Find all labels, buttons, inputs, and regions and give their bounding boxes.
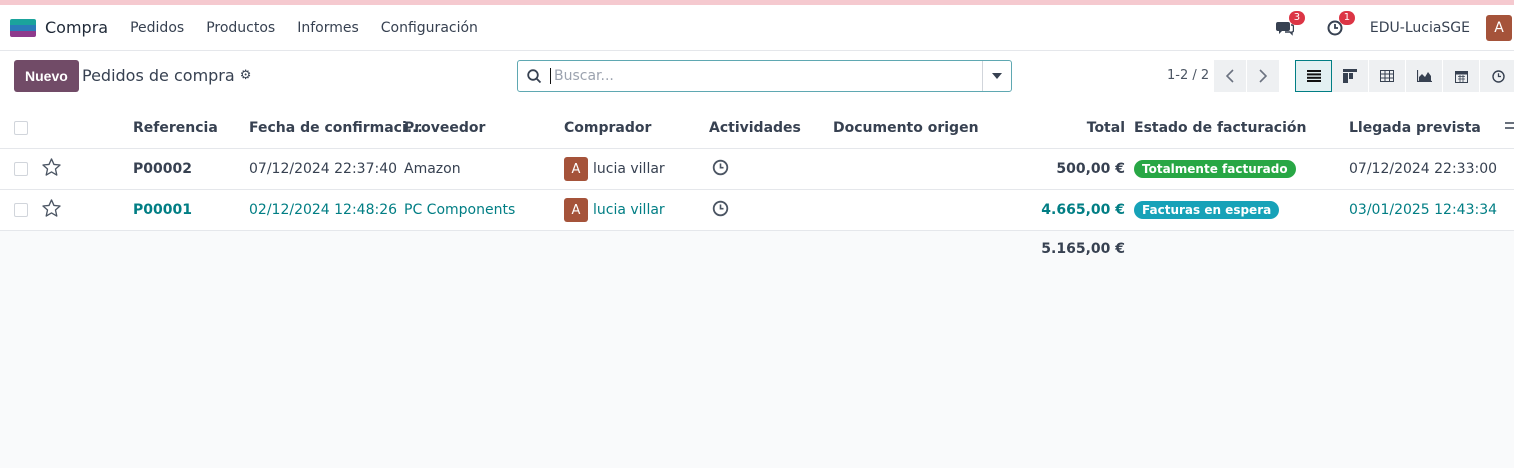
area-chart-icon: [1416, 70, 1432, 82]
graph-view-button[interactable]: [1406, 60, 1443, 92]
activity-clock-icon[interactable]: [712, 200, 729, 221]
row-checkbox[interactable]: [14, 162, 28, 176]
sum-total: 5.165,00 €: [1041, 241, 1125, 257]
calendar-view-button[interactable]: [1443, 60, 1480, 92]
navbar: Compra Pedidos Productos Informes Config…: [0, 5, 1514, 51]
activity-view-button[interactable]: [1480, 60, 1514, 92]
messages-button[interactable]: 3: [1274, 11, 1305, 39]
gear-icon[interactable]: ⚙: [240, 68, 252, 83]
column-header-reference[interactable]: Referencia: [133, 120, 218, 136]
cell-buyer: A lucia villar: [564, 157, 665, 181]
chevron-left-icon: [1226, 69, 1234, 83]
pager-value[interactable]: 1-2 / 2: [1167, 68, 1209, 83]
table-icon: [1380, 70, 1394, 82]
cell-reference: P00001: [133, 202, 192, 218]
column-header-vendor[interactable]: Proveedor: [404, 120, 485, 136]
activity-clock-icon[interactable]: [712, 159, 729, 180]
breadcrumb-title: Pedidos de compra: [82, 66, 235, 85]
cell-buyer: A lucia villar: [564, 198, 665, 222]
buyer-name: lucia villar: [593, 161, 665, 177]
column-header-expected-arrival[interactable]: Llegada prevista: [1349, 120, 1481, 136]
cell-confirm-date: 07/12/2024 22:37:40: [249, 161, 398, 177]
avatar[interactable]: A: [564, 198, 588, 222]
control-panel: Nuevo Pedidos de compra ⚙ 1-2 / 2: [0, 51, 1514, 111]
optional-columns-icon[interactable]: [1505, 120, 1514, 136]
search-options-toggle[interactable]: [982, 61, 1011, 91]
avatar[interactable]: A: [564, 157, 588, 181]
calendar-icon: [1454, 70, 1468, 83]
column-header-activities[interactable]: Actividades: [709, 120, 801, 136]
search-bar: [517, 60, 1012, 92]
kanban-view-button[interactable]: [1332, 60, 1369, 92]
status-badge: Totalmente facturado: [1134, 160, 1296, 178]
search-input[interactable]: [550, 68, 982, 84]
purchase-app-icon[interactable]: [10, 18, 36, 37]
menu-item-pedidos[interactable]: Pedidos: [130, 20, 184, 36]
caret-down-icon: [992, 73, 1002, 79]
cell-total: 4.665,00 €: [1041, 202, 1125, 218]
star-icon[interactable]: [42, 158, 61, 180]
chevron-right-icon: [1259, 69, 1267, 83]
column-header-buyer[interactable]: Comprador: [564, 120, 651, 136]
user-avatar[interactable]: A: [1486, 15, 1512, 41]
cell-reference: P00002: [133, 161, 192, 177]
activities-button[interactable]: 1: [1324, 11, 1355, 39]
app-name[interactable]: Compra: [45, 18, 108, 37]
column-header-confirm-date[interactable]: Fecha de confirmaci...: [249, 120, 423, 136]
column-header-invoice-status[interactable]: Estado de facturación: [1134, 120, 1306, 136]
pager-next-button[interactable]: [1247, 60, 1279, 92]
buyer-name: lucia villar: [593, 202, 665, 218]
table-row[interactable]: P00001 02/12/2024 12:48:26 PC Components…: [0, 190, 1514, 231]
clock-icon: [1491, 69, 1505, 83]
table-header: Referencia Fecha de confirmaci... Provee…: [0, 108, 1514, 149]
pivot-view-button[interactable]: [1369, 60, 1406, 92]
new-button[interactable]: Nuevo: [14, 60, 79, 92]
star-icon[interactable]: [42, 199, 61, 221]
search-icon: [518, 68, 550, 84]
kanban-icon: [1343, 69, 1357, 83]
menu-item-configuracion[interactable]: Configuración: [381, 20, 478, 36]
cell-vendor: PC Components: [404, 202, 516, 218]
messages-badge: 3: [1288, 11, 1305, 25]
view-switcher: [1295, 60, 1514, 92]
pager-previous-button[interactable]: [1214, 60, 1246, 92]
select-all-checkbox[interactable]: [14, 121, 28, 135]
list-icon: [1306, 70, 1321, 82]
cell-expected-arrival: 07/12/2024 22:33:00: [1349, 161, 1498, 177]
company-switcher[interactable]: EDU-LuciaSGE: [1370, 20, 1470, 36]
column-header-total[interactable]: Total: [1087, 120, 1125, 136]
menu-item-productos[interactable]: Productos: [206, 20, 275, 36]
row-checkbox[interactable]: [14, 203, 28, 217]
cell-vendor: Amazon: [404, 161, 461, 177]
status-badge: Facturas en espera: [1134, 201, 1280, 219]
cell-expected-arrival: 03/01/2025 12:43:34: [1349, 202, 1498, 218]
activities-badge: 1: [1338, 11, 1355, 25]
page-title: Pedidos de compra ⚙: [82, 66, 251, 85]
menu-item-informes[interactable]: Informes: [297, 20, 359, 36]
cell-total: 500,00 €: [1056, 161, 1125, 177]
list-view-button[interactable]: [1295, 60, 1332, 92]
table-footer: 5.165,00 €: [0, 231, 1514, 268]
cell-confirm-date: 02/12/2024 12:48:26: [249, 202, 398, 218]
column-header-source-doc[interactable]: Documento origen: [833, 120, 979, 136]
table-row[interactable]: P00002 07/12/2024 22:37:40 Amazon A luci…: [0, 149, 1514, 190]
purchase-orders-table: Referencia Fecha de confirmaci... Provee…: [0, 108, 1514, 268]
